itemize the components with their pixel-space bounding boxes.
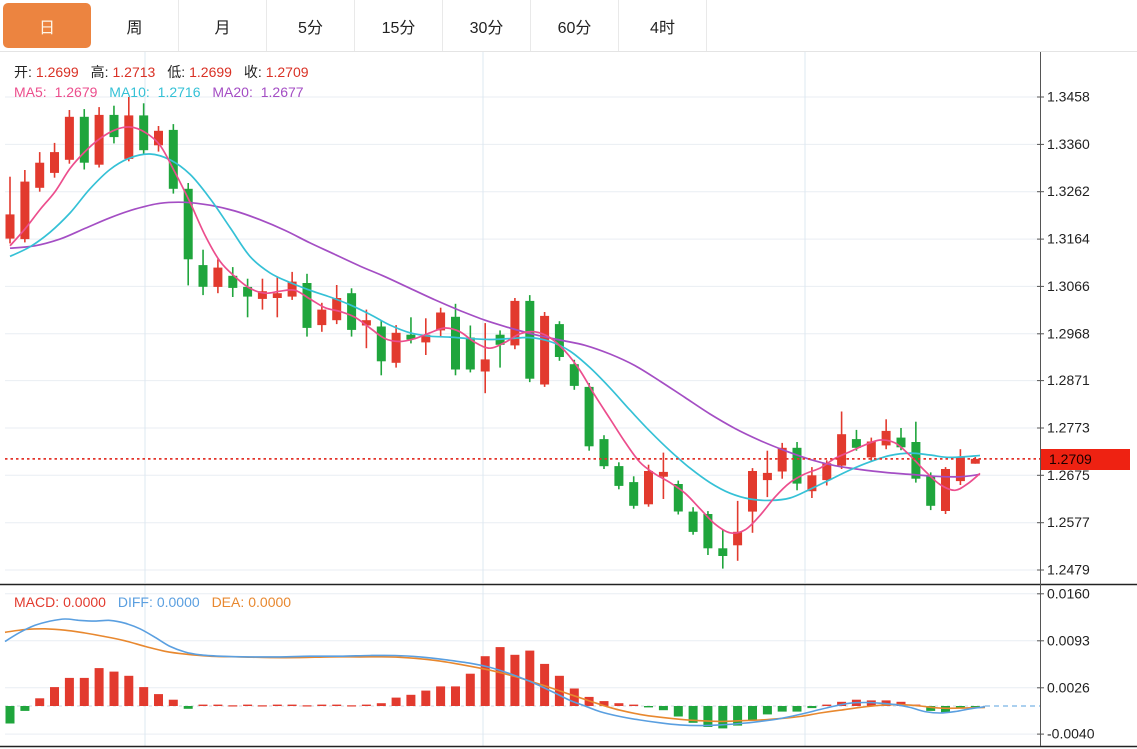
svg-text:0.0160: 0.0160	[1047, 585, 1090, 601]
y-axis-labels: 1.3458 1.3360 1.3262 1.3164 1.3066 1.2968 1.28…	[1037, 89, 1095, 742]
ma10-line	[10, 154, 980, 500]
ma5-line	[10, 127, 980, 533]
svg-text:1.2577: 1.2577	[1047, 514, 1090, 530]
kline-chart-window: 1.3458 1.3360 1.3262 1.3164 1.3066 1.2968 1.28…	[0, 0, 1137, 749]
svg-text:1.3066: 1.3066	[1047, 278, 1090, 294]
dea-line	[5, 629, 985, 722]
tab-60min[interactable]: 60分	[531, 0, 619, 51]
current-price-badge: 1.2709	[1041, 449, 1130, 470]
timeframe-tab-bar: 日 周 月 5分 15分 30分 60分 4时	[0, 0, 1137, 52]
tab-30min[interactable]: 30分	[443, 0, 531, 51]
diff-line	[5, 619, 985, 726]
svg-text:1.3458: 1.3458	[1047, 89, 1090, 105]
tab-week[interactable]: 周	[91, 0, 179, 51]
tab-day[interactable]: 日	[3, 3, 91, 48]
svg-text:-0.0040: -0.0040	[1047, 726, 1095, 742]
tab-4hour[interactable]: 4时	[619, 0, 707, 51]
candles-layer	[6, 97, 980, 569]
svg-text:0.0093: 0.0093	[1047, 632, 1090, 648]
tab-15min[interactable]: 15分	[355, 0, 443, 51]
tab-month[interactable]: 月	[179, 0, 267, 51]
svg-text:1.3262: 1.3262	[1047, 183, 1090, 199]
svg-text:1.3164: 1.3164	[1047, 231, 1090, 247]
svg-text:1.2773: 1.2773	[1047, 420, 1090, 436]
tab-5min[interactable]: 5分	[267, 0, 355, 51]
svg-text:1.2968: 1.2968	[1047, 325, 1090, 341]
svg-text:1.2871: 1.2871	[1047, 372, 1090, 388]
svg-text:1.2479: 1.2479	[1047, 562, 1090, 578]
svg-text:1.3360: 1.3360	[1047, 136, 1090, 152]
svg-text:0.0026: 0.0026	[1047, 679, 1090, 695]
chart-canvas[interactable]: 1.3458 1.3360 1.3262 1.3164 1.3066 1.2968 1.28…	[0, 0, 1137, 749]
